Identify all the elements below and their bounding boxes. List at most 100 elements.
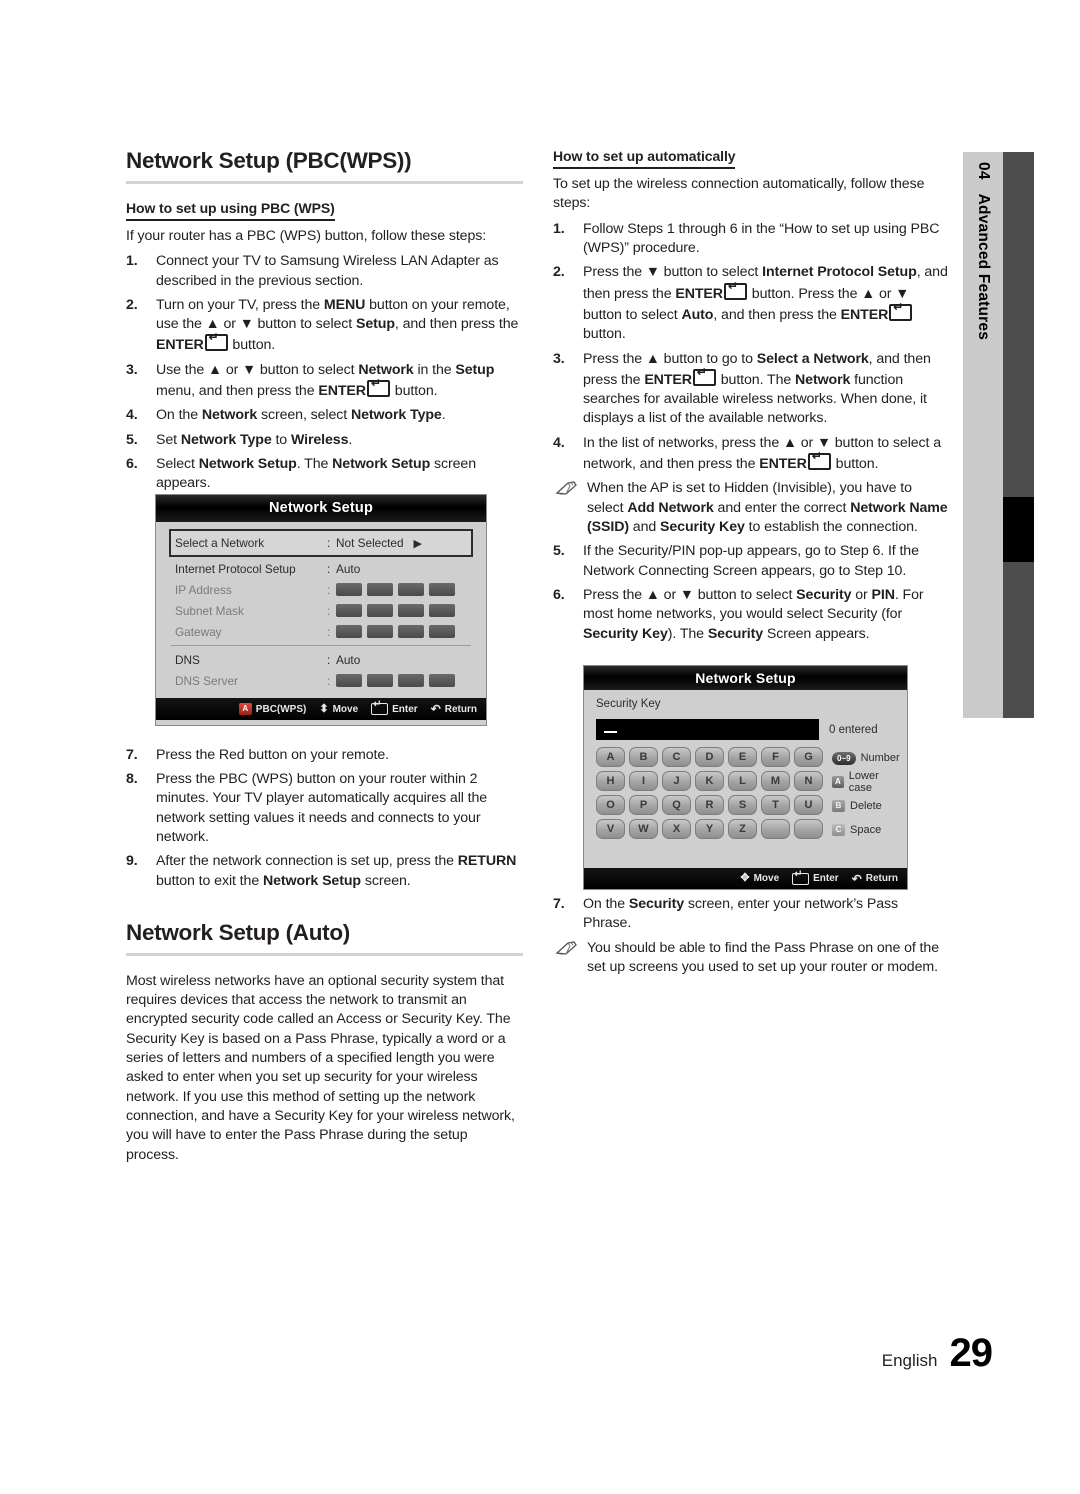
step-number: 6.	[553, 586, 565, 603]
step-number: 7.	[553, 895, 565, 912]
step-text: On the Network screen, select Network Ty…	[156, 407, 446, 424]
ip-octet-group	[336, 583, 455, 596]
four-way-arrow-icon: ✥	[740, 872, 750, 884]
step-text: Press the ▲ button to go to Select a Net…	[583, 351, 931, 427]
subsection-heading-pbc: How to set up using PBC (WPS)	[126, 200, 335, 221]
note-hidden-ap-text: When the AP is set to Hidden (Invisible)…	[587, 480, 948, 535]
keyboard-legend: 0~9 Number A Lower case B Delete C Space	[832, 747, 900, 840]
step-number: 5.	[126, 431, 138, 448]
keyboard-key-d[interactable]: D	[695, 747, 724, 767]
ip-octet-group	[336, 604, 455, 617]
keyboard-key-n[interactable]: N	[794, 771, 823, 791]
ip-octet-box	[336, 674, 362, 687]
network-setup-row[interactable]: DNS: Auto	[169, 649, 473, 670]
step-item: 5. Set Network Type to Wireless.	[126, 431, 523, 450]
keyboard-key-l[interactable]: L	[728, 771, 757, 791]
step-text: Follow Steps 1 through 6 in the “How to …	[583, 220, 940, 256]
color-button-a-icon: A	[238, 703, 252, 715]
keyboard-key-k[interactable]: K	[695, 771, 724, 791]
step-text: After the network connection is set up, …	[156, 853, 517, 889]
step-text: Connect your TV to Samsung Wireless LAN …	[156, 253, 499, 289]
step-text: Set Network Type to Wireless.	[156, 431, 353, 448]
keyboard-key-m[interactable]: M	[761, 771, 790, 791]
network-setup-row[interactable]: Select a Network: Not Selected ▶	[169, 529, 473, 557]
network-setup-row-value: Auto	[336, 652, 361, 667]
keyboard-legend-label: Delete	[850, 800, 882, 812]
step-item: 3. Use the ▲ or ▼ button to select Networ…	[126, 361, 523, 402]
footer-hint: ✥ Move	[740, 872, 780, 885]
auto-steps-list-continued: 5. If the Security/PIN pop-up appears, go…	[553, 542, 950, 644]
keyboard-key-t[interactable]: T	[761, 795, 790, 815]
network-setup-row-label: Select a Network	[175, 536, 265, 550]
security-key-input[interactable]	[596, 719, 819, 740]
ip-octet-box	[367, 604, 393, 617]
network-setup-dialog[interactable]: Network Setup Select a Network: Not Selec…	[155, 494, 487, 726]
keyboard-key-w[interactable]: W	[629, 819, 658, 839]
auto-setup-intro-text: To set up the wireless connection automa…	[553, 176, 925, 212]
row-colon: :	[327, 652, 331, 667]
network-setup-dialog-footer: APBC(WPS) ⬍Move Enter ↶Return	[156, 698, 486, 720]
keyboard-legend-label: Number	[860, 752, 900, 764]
step-text: Press the ▼ button to select Internet Pr…	[583, 264, 948, 342]
keyboard-key-f[interactable]: F	[761, 747, 790, 767]
keyboard-legend-item: 0~9 Number	[832, 748, 900, 768]
title-rule-auto	[126, 952, 523, 956]
footer-hint: A PBC(WPS)	[238, 703, 307, 715]
keyboard-key-x[interactable]: X	[662, 819, 691, 839]
page-title-auto: Network Setup (Auto)	[126, 919, 350, 945]
network-setup-row[interactable]: Gateway:	[169, 621, 473, 642]
osd-divider	[171, 645, 471, 646]
keyboard-key-c[interactable]: C	[662, 747, 691, 767]
ip-octet-box	[398, 625, 424, 638]
network-setup-row[interactable]: DNS Server:	[169, 670, 473, 691]
keyboard-key-a[interactable]: A	[596, 747, 625, 767]
keyboard-key-p[interactable]: P	[629, 795, 658, 815]
step-item: 4. In the list of networks, press the ▲ o…	[553, 434, 950, 475]
step-item: 1. Follow Steps 1 through 6 in the “How t…	[553, 220, 950, 259]
ip-octet-box	[429, 604, 455, 617]
network-setup-row[interactable]: IP Address:	[169, 579, 473, 600]
keyboard-key-u[interactable]: U	[794, 795, 823, 815]
keyboard-key-h[interactable]: H	[596, 771, 625, 791]
keyboard-key-v[interactable]: V	[596, 819, 625, 839]
keyboard-key-y[interactable]: Y	[695, 819, 724, 839]
footer-hint-label: Return	[865, 873, 898, 884]
footer-hint: Enter	[792, 870, 839, 885]
footer-hint-label: PBC(WPS)	[255, 703, 307, 715]
onscreen-keyboard[interactable]: ABCDEFG HIJKLMN OPQRSTU VWXYZ	[596, 747, 823, 840]
network-setup-row[interactable]: Internet Protocol Setup: Auto	[169, 558, 473, 579]
note-pass-phrase-text: You should be able to find the Pass Phra…	[587, 939, 939, 975]
network-setup-row[interactable]: Subnet Mask:	[169, 600, 473, 621]
keyboard-key-s[interactable]: S	[728, 795, 757, 815]
step-number: 9.	[126, 853, 138, 870]
step-text: Press the PBC (WPS) button on your route…	[156, 770, 488, 845]
subsection-heading-auto: How to set up automatically	[553, 148, 736, 169]
text-caret	[604, 731, 617, 733]
footer-hint-label: Enter	[392, 703, 418, 715]
keyboard-legend-label: Space	[850, 824, 882, 836]
keyboard-key-r[interactable]: R	[695, 795, 724, 815]
entered-count-label: 0 entered	[829, 723, 878, 736]
keyboard-key-q[interactable]: Q	[662, 795, 691, 815]
chapter-strip	[1003, 152, 1034, 718]
step-number: 5.	[553, 543, 565, 560]
auto-steps-list: 1. Follow Steps 1 through 6 in the “How t…	[553, 220, 950, 475]
step-text: Press the ▲ or ▼ button to select Securi…	[583, 586, 924, 642]
number-button-icon: 0~9	[832, 751, 856, 765]
auto-intro-paragraph: Most wireless networks have an optional …	[126, 972, 515, 1163]
keyboard-legend-item: B Delete	[832, 796, 900, 816]
keyboard-key-z[interactable]: Z	[728, 819, 757, 839]
keyboard-key-e[interactable]: E	[728, 747, 757, 767]
keyboard-key-i[interactable]: I	[629, 771, 658, 791]
security-key-dialog[interactable]: Network Setup Security Key 0 entered ABC…	[583, 665, 908, 890]
keyboard-key-o[interactable]: O	[596, 795, 625, 815]
network-setup-row-label: Internet Protocol Setup	[175, 561, 296, 576]
note-pass-phrase: You should be able to find the Pass Phra…	[553, 939, 950, 978]
keyboard-key-g[interactable]: G	[794, 747, 823, 767]
keyboard-key-j[interactable]: J	[662, 771, 691, 791]
footer-hint-label: Move	[753, 873, 780, 884]
keyboard-key-b[interactable]: B	[629, 747, 658, 767]
network-setup-row-label: IP Address	[175, 582, 232, 597]
row-colon: :	[327, 536, 331, 550]
step-number: 2.	[126, 296, 138, 313]
